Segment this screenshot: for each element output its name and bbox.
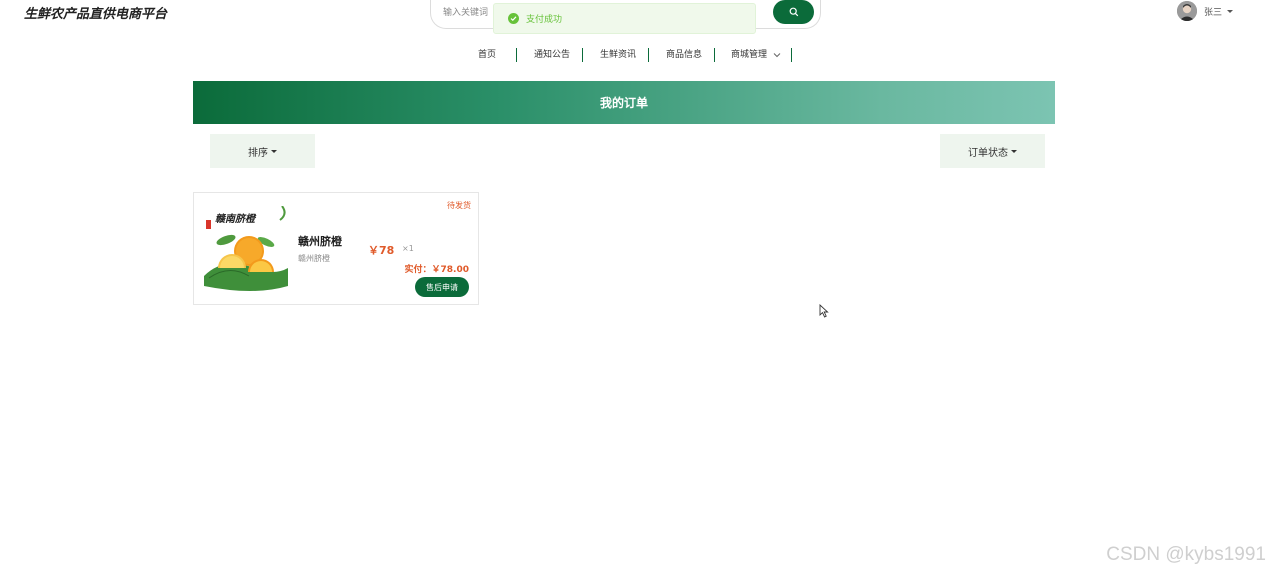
caret-down-icon xyxy=(1011,149,1017,153)
product-image[interactable]: 赣南脐橙 xyxy=(204,206,289,291)
order-card[interactable]: 待发货 赣南脐橙 赣州脐橙 赣州脐橙 ￥78 ×1 实付：￥78.00 售后申请 xyxy=(193,192,479,305)
user-name: 张三 xyxy=(1204,7,1223,18)
search-icon xyxy=(789,7,798,17)
nav-item-products[interactable]: 商品信息 xyxy=(666,47,702,63)
sort-label: 排序 xyxy=(248,147,268,159)
user-menu[interactable]: 张三 xyxy=(1177,1,1234,21)
product-name[interactable]: 赣州脐橙 xyxy=(298,233,342,249)
avatar[interactable] xyxy=(1177,1,1197,21)
payment-success-toast: 支付成功 xyxy=(493,3,756,34)
mouse-cursor-icon xyxy=(819,304,829,318)
caret-down-icon xyxy=(1227,9,1234,13)
search-button[interactable] xyxy=(773,0,814,24)
main-nav: 首页 通知公告 生鲜资讯 商品信息 商城管理 xyxy=(0,47,1270,63)
order-status: 待发货 xyxy=(447,201,471,210)
product-price: ￥78 xyxy=(368,244,395,257)
check-circle-icon xyxy=(508,13,519,24)
nav-item-news[interactable]: 生鲜资讯 xyxy=(600,47,636,63)
nav-item-notices[interactable]: 通知公告 xyxy=(534,47,570,63)
nav-item-mall-management[interactable]: 商城管理 xyxy=(731,47,781,63)
nav-divider xyxy=(648,48,649,62)
page-title: 我的订单 xyxy=(599,96,648,110)
after-sales-button[interactable]: 售后申请 xyxy=(415,277,469,297)
site-title: 生鲜农产品直供电商平台 xyxy=(24,7,168,22)
nav-divider xyxy=(582,48,583,62)
watermark: CSDN @kybs1991 xyxy=(1106,544,1266,565)
nav-divider xyxy=(714,48,715,62)
toast-message: 支付成功 xyxy=(526,15,563,25)
nav-item-home[interactable]: 首页 xyxy=(478,47,496,63)
nav-divider xyxy=(791,48,792,62)
page-banner: 我的订单 xyxy=(193,81,1055,124)
product-subtitle: 赣州脐橙 xyxy=(298,254,330,263)
caret-down-icon xyxy=(271,149,277,153)
order-status-label: 订单状态 xyxy=(968,147,1008,159)
order-status-dropdown[interactable]: 订单状态 xyxy=(940,134,1045,168)
amount-paid: 实付：￥78.00 xyxy=(404,265,469,275)
nav-divider xyxy=(516,48,517,62)
product-quantity: ×1 xyxy=(402,244,414,253)
product-image-text: 赣南脐橙 xyxy=(215,213,257,225)
nav-item-label: 商城管理 xyxy=(731,50,768,60)
chevron-down-icon xyxy=(773,52,781,57)
sort-dropdown[interactable]: 排序 xyxy=(210,134,315,168)
